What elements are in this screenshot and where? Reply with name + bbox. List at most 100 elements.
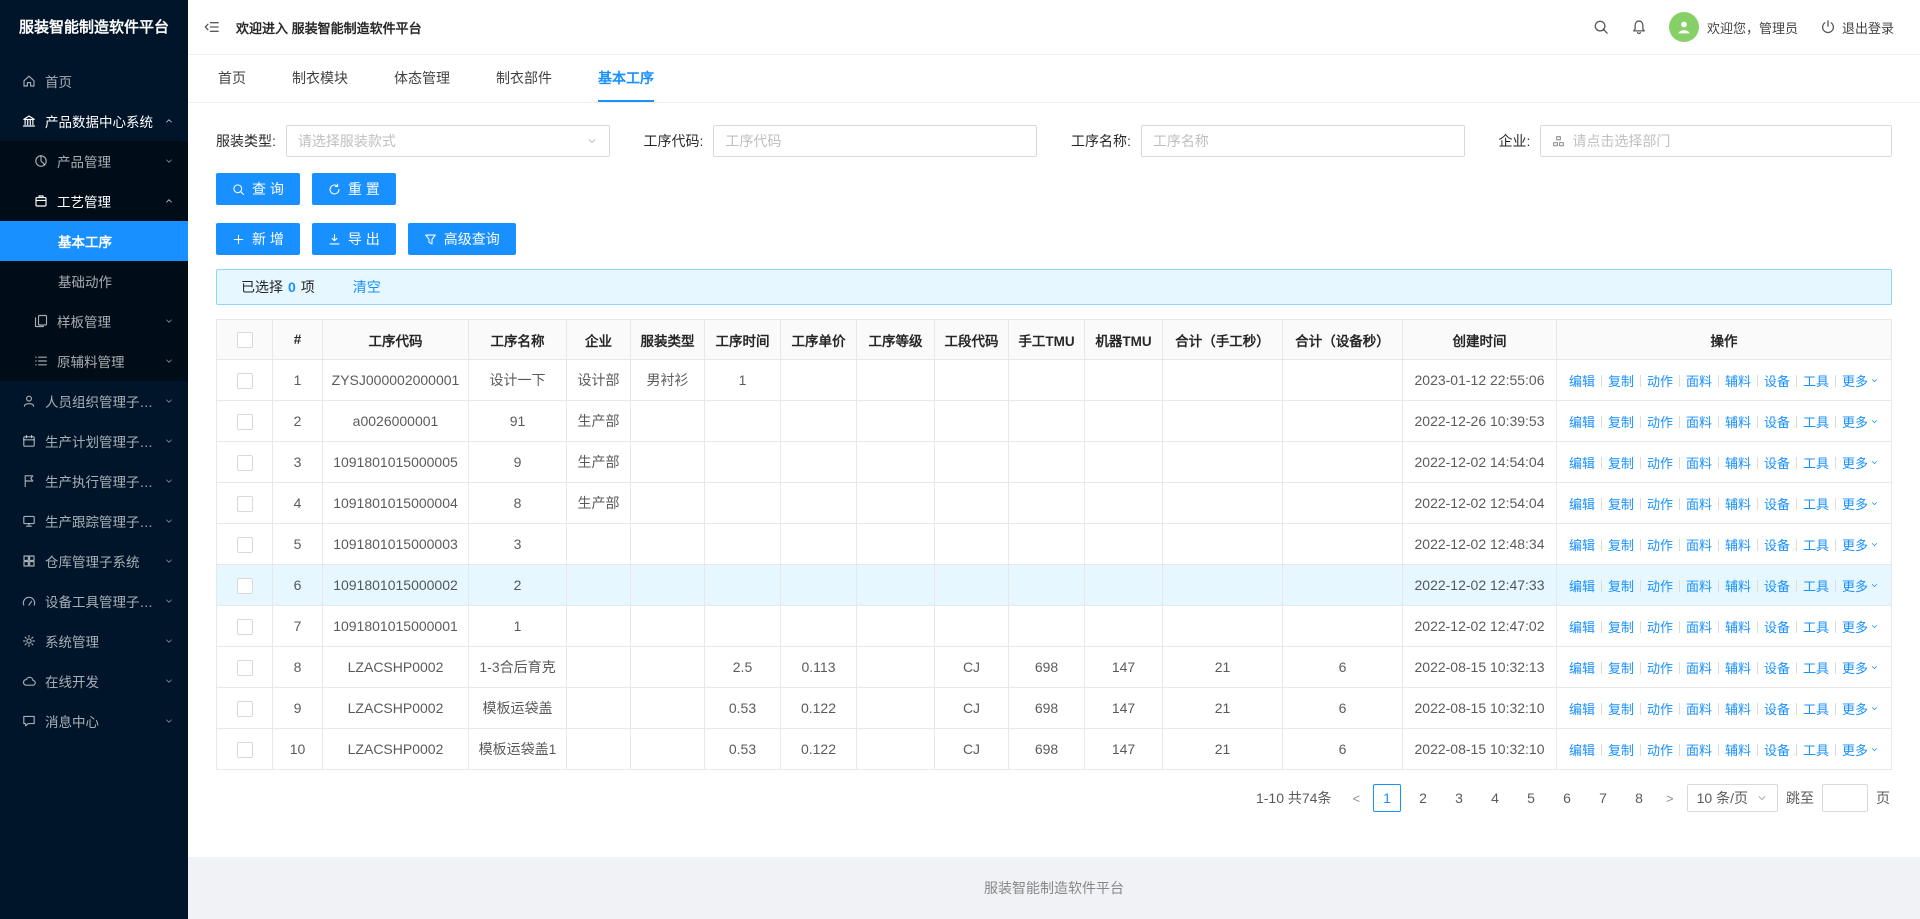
page-button-8[interactable]: 8	[1625, 784, 1653, 812]
page-button-3[interactable]: 3	[1445, 784, 1473, 812]
row-checkbox[interactable]	[236, 700, 253, 717]
bell-icon[interactable]	[1631, 19, 1647, 35]
op-edit-link[interactable]: 编辑	[1569, 538, 1595, 553]
op-more-link[interactable]: 更多	[1842, 661, 1879, 676]
row-checkbox[interactable]	[236, 577, 253, 594]
op-action-link[interactable]: 动作	[1647, 661, 1673, 676]
op-accessory-link[interactable]: 辅料	[1725, 497, 1751, 512]
op-accessory-link[interactable]: 辅料	[1725, 743, 1751, 758]
process-code-input[interactable]	[713, 125, 1037, 157]
add-button[interactable]: 新 增	[216, 223, 300, 255]
tab-home[interactable]: 首页	[218, 55, 246, 102]
op-edit-link[interactable]: 编辑	[1569, 415, 1595, 430]
op-action-link[interactable]: 动作	[1647, 743, 1673, 758]
sidebar-item-craft-management[interactable]: 工艺管理	[0, 181, 188, 221]
op-more-link[interactable]: 更多	[1842, 374, 1879, 389]
op-accessory-link[interactable]: 辅料	[1725, 702, 1751, 717]
sidebar-item-home[interactable]: 首页	[0, 61, 188, 101]
tab-basic-process[interactable]: 基本工序	[598, 55, 654, 102]
export-button[interactable]: 导 出	[311, 223, 396, 255]
op-more-link[interactable]: 更多	[1842, 538, 1879, 553]
op-copy-link[interactable]: 复制	[1608, 661, 1634, 676]
op-equipment-link[interactable]: 设备	[1764, 374, 1790, 389]
page-button-1[interactable]: 1	[1373, 784, 1402, 812]
op-tool-link[interactable]: 工具	[1803, 497, 1829, 512]
sidebar-item-product-management[interactable]: 产品管理	[0, 141, 188, 181]
op-action-link[interactable]: 动作	[1647, 415, 1673, 430]
tab-garment-parts[interactable]: 制衣部件	[496, 55, 552, 102]
row-checkbox[interactable]	[236, 454, 253, 471]
op-copy-link[interactable]: 复制	[1608, 374, 1634, 389]
op-copy-link[interactable]: 复制	[1608, 743, 1634, 758]
page-button-5[interactable]: 5	[1517, 784, 1545, 812]
op-tool-link[interactable]: 工具	[1803, 620, 1829, 635]
op-tool-link[interactable]: 工具	[1803, 374, 1829, 389]
sidebar-item-basic-process[interactable]: 基本工序	[0, 221, 188, 261]
sidebar-item-message-center[interactable]: 消息中心	[0, 701, 188, 741]
op-equipment-link[interactable]: 设备	[1764, 620, 1790, 635]
op-action-link[interactable]: 动作	[1647, 497, 1673, 512]
enterprise-input[interactable]: 请点击选择部门	[1540, 125, 1892, 157]
op-equipment-link[interactable]: 设备	[1764, 456, 1790, 471]
op-action-link[interactable]: 动作	[1647, 579, 1673, 594]
op-fabric-link[interactable]: 面料	[1686, 415, 1712, 430]
op-edit-link[interactable]: 编辑	[1569, 374, 1595, 389]
op-action-link[interactable]: 动作	[1647, 620, 1673, 635]
sidebar-item-production-plan-subsystem[interactable]: 生产计划管理子系统	[0, 421, 188, 461]
row-checkbox[interactable]	[236, 413, 253, 430]
op-edit-link[interactable]: 编辑	[1569, 456, 1595, 471]
search-icon[interactable]	[1593, 19, 1609, 35]
garment-type-select[interactable]: 请选择服装款式	[285, 125, 610, 157]
page-button-4[interactable]: 4	[1481, 784, 1509, 812]
process-name-input[interactable]	[1140, 125, 1465, 157]
page-button-7[interactable]: 7	[1589, 784, 1617, 812]
op-fabric-link[interactable]: 面料	[1686, 743, 1712, 758]
op-fabric-link[interactable]: 面料	[1686, 579, 1712, 594]
op-action-link[interactable]: 动作	[1647, 456, 1673, 471]
op-fabric-link[interactable]: 面料	[1686, 456, 1712, 471]
op-copy-link[interactable]: 复制	[1608, 538, 1634, 553]
op-copy-link[interactable]: 复制	[1608, 415, 1634, 430]
op-tool-link[interactable]: 工具	[1803, 538, 1829, 553]
sidebar-item-online-dev[interactable]: 在线开发	[0, 661, 188, 701]
row-checkbox[interactable]	[236, 618, 253, 635]
op-equipment-link[interactable]: 设备	[1764, 743, 1790, 758]
op-accessory-link[interactable]: 辅料	[1725, 538, 1751, 553]
op-fabric-link[interactable]: 面料	[1686, 702, 1712, 717]
op-more-link[interactable]: 更多	[1842, 579, 1879, 594]
row-checkbox[interactable]	[236, 659, 253, 676]
op-tool-link[interactable]: 工具	[1803, 661, 1829, 676]
page-button-6[interactable]: 6	[1553, 784, 1581, 812]
op-equipment-link[interactable]: 设备	[1764, 538, 1790, 553]
op-accessory-link[interactable]: 辅料	[1725, 661, 1751, 676]
row-checkbox[interactable]	[236, 536, 253, 553]
row-checkbox[interactable]	[236, 495, 253, 512]
reset-button[interactable]: 重 置	[311, 173, 396, 205]
logout-button[interactable]: 退出登录	[1820, 18, 1894, 37]
op-accessory-link[interactable]: 辅料	[1725, 579, 1751, 594]
op-edit-link[interactable]: 编辑	[1569, 497, 1595, 512]
op-fabric-link[interactable]: 面料	[1686, 497, 1712, 512]
row-checkbox[interactable]	[236, 372, 253, 389]
op-edit-link[interactable]: 编辑	[1569, 620, 1595, 635]
op-more-link[interactable]: 更多	[1842, 497, 1879, 512]
op-accessory-link[interactable]: 辅料	[1725, 415, 1751, 430]
op-action-link[interactable]: 动作	[1647, 538, 1673, 553]
op-copy-link[interactable]: 复制	[1608, 497, 1634, 512]
page-button-2[interactable]: 2	[1409, 784, 1437, 812]
sidebar-item-production-execution-subsystem[interactable]: 生产执行管理子系统	[0, 461, 188, 501]
op-tool-link[interactable]: 工具	[1803, 456, 1829, 471]
op-copy-link[interactable]: 复制	[1608, 456, 1634, 471]
sidebar-item-equipment-tools-subsystem[interactable]: 设备工具管理子系统	[0, 581, 188, 621]
op-more-link[interactable]: 更多	[1842, 620, 1879, 635]
op-action-link[interactable]: 动作	[1647, 702, 1673, 717]
op-equipment-link[interactable]: 设备	[1764, 415, 1790, 430]
jump-page-input[interactable]	[1822, 784, 1868, 812]
op-copy-link[interactable]: 复制	[1608, 620, 1634, 635]
op-more-link[interactable]: 更多	[1842, 456, 1879, 471]
tab-body-management[interactable]: 体态管理	[394, 55, 450, 102]
op-edit-link[interactable]: 编辑	[1569, 579, 1595, 594]
sidebar-item-basic-action[interactable]: 基础动作	[0, 261, 188, 301]
op-tool-link[interactable]: 工具	[1803, 415, 1829, 430]
op-more-link[interactable]: 更多	[1842, 415, 1879, 430]
